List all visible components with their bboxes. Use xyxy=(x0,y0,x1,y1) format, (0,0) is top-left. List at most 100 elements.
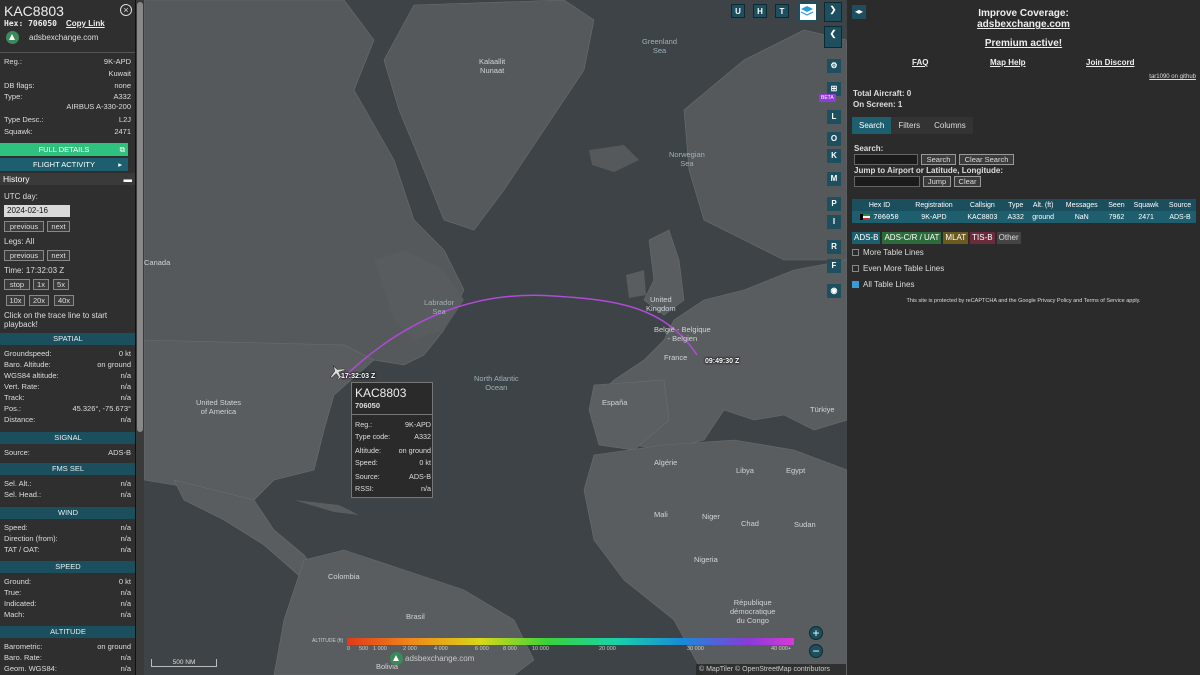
search-label: Search: xyxy=(854,144,884,153)
source-site-label: adsbexchange.com xyxy=(29,33,99,42)
layers-icon xyxy=(800,6,814,16)
zoom-out-button[interactable]: − xyxy=(809,644,823,658)
toggle-p-button[interactable]: P xyxy=(827,197,841,211)
close-icon[interactable]: × xyxy=(120,4,132,16)
table-header-cell[interactable]: Seen xyxy=(1104,199,1129,211)
scale-bar: 500 NM xyxy=(151,659,217,667)
table-header-cell[interactable]: Callsign xyxy=(960,199,1004,211)
map-label-belgie: België - Belgique - Belgien xyxy=(654,325,711,343)
premium-link[interactable]: Premium active! xyxy=(847,38,1200,49)
detail-row: Type Desc.: L2J xyxy=(4,115,131,124)
discord-link[interactable]: Join Discord xyxy=(1086,58,1134,67)
aircraft-popup[interactable]: KAC8803 706050 Reg.: 9K-APD Type code: A332… xyxy=(351,382,433,498)
toggle-t-button[interactable]: T xyxy=(775,4,789,18)
toggle-k-button[interactable]: K xyxy=(827,149,841,163)
table-header-cell[interactable]: Type xyxy=(1003,199,1028,211)
tab-filters[interactable]: Filters xyxy=(891,117,928,134)
improve-coverage-link[interactable]: adsbexchange.com xyxy=(847,19,1200,30)
settings-button[interactable]: ⚙ xyxy=(827,59,841,73)
speed-stop-button[interactable]: stop xyxy=(4,279,30,290)
all-table-lines-label: All Table Lines xyxy=(863,280,915,289)
popup-row-value: ADS-B xyxy=(409,472,431,481)
table-header-cell[interactable]: Registration xyxy=(907,199,961,211)
map-label-libya: Libya xyxy=(736,466,754,475)
date-input[interactable]: 2024-02-16 xyxy=(4,205,70,217)
table-header-cell[interactable]: Alt. (ft) xyxy=(1027,199,1059,211)
popup-row: Source: ADS-B xyxy=(355,472,431,481)
left-scrollbar[interactable] xyxy=(136,0,144,675)
jump-button[interactable]: Jump xyxy=(923,176,951,187)
info-row-value: 0 kt xyxy=(118,349,131,358)
info-row-key: Source: xyxy=(4,448,30,457)
clear-jump-button[interactable]: Clear xyxy=(954,176,981,187)
table-header-cell[interactable]: Squawk xyxy=(1128,199,1165,211)
expand-right-button[interactable]: ❯ xyxy=(824,2,842,22)
info-row-key: Vert. Rate: xyxy=(4,382,40,391)
info-row-key: Sel. Alt.: xyxy=(4,479,32,488)
even-more-table-lines-option[interactable]: Even More Table Lines xyxy=(852,264,944,273)
toggle-r-button[interactable]: R xyxy=(827,240,841,254)
info-row: Direction (from): n/a xyxy=(4,534,131,543)
toggle-l-button[interactable]: L xyxy=(827,110,841,124)
all-table-lines-option[interactable]: All Table Lines xyxy=(852,280,914,289)
faq-link[interactable]: FAQ xyxy=(912,58,928,67)
checkbox-checked[interactable] xyxy=(852,281,859,288)
detail-row: Type: A332 xyxy=(4,92,131,101)
toggle-i-button[interactable]: I xyxy=(827,215,841,229)
info-row: TAT / OAT: n/a xyxy=(4,545,131,554)
next-leg-button[interactable]: next xyxy=(47,250,70,261)
popup-row-key: Altitude: xyxy=(355,446,381,455)
toggle-o-button[interactable]: O xyxy=(827,132,841,146)
search-button[interactable]: Search xyxy=(921,154,956,165)
next-day-button[interactable]: next xyxy=(47,221,70,232)
copy-link[interactable]: Copy Link xyxy=(66,19,105,28)
map-view[interactable]: Greenland Sea Kalaallit Nunaat Norwegian S… xyxy=(144,0,847,675)
speed-10x-button[interactable]: 10x xyxy=(6,295,25,306)
track-follow-button[interactable]: ◉ xyxy=(827,284,841,298)
tab-columns[interactable]: Columns xyxy=(927,117,973,134)
map-help-link[interactable]: Map Help xyxy=(990,58,1026,67)
collapse-left-button[interactable]: ❮ xyxy=(824,26,842,48)
toggle-h-button[interactable]: H xyxy=(753,4,767,18)
checkbox[interactable] xyxy=(852,249,859,256)
toggle-u-button[interactable]: U xyxy=(731,4,745,18)
info-row-value: n/a xyxy=(120,599,131,608)
search-input[interactable] xyxy=(854,154,918,165)
github-link[interactable]: tar1090 on github xyxy=(1149,74,1196,80)
scrollbar-thumb[interactable] xyxy=(137,2,143,432)
legend-tick: 6 000 xyxy=(475,646,489,652)
table-cell: 706050 xyxy=(852,211,908,223)
toggle-m-button[interactable]: M xyxy=(827,172,841,186)
table-header-cell[interactable]: Messages xyxy=(1058,199,1105,211)
detail-row-value: 2471 xyxy=(114,127,131,136)
watermark: adsbexchange.com xyxy=(390,652,474,665)
table-cell: 9K-APD xyxy=(907,211,961,223)
map-label-colombia: Colombia xyxy=(328,572,360,581)
tab-search[interactable]: Search xyxy=(852,117,892,134)
previous-day-button[interactable]: previous xyxy=(4,221,44,232)
more-table-lines-option[interactable]: More Table Lines xyxy=(852,248,924,257)
kuwait-flag-icon xyxy=(860,214,871,220)
jump-input[interactable] xyxy=(854,176,920,187)
layers-button[interactable] xyxy=(798,2,818,22)
table-row[interactable]: 706050 9K-APD KAC8803 A332 ground NaN 7962 2471… xyxy=(852,211,1196,223)
speed-5x-button[interactable]: 5x xyxy=(53,279,69,290)
table-header-cell[interactable]: Hex ID xyxy=(852,199,908,211)
zoom-in-button[interactable]: + xyxy=(809,626,823,640)
speed-1x-button[interactable]: 1x xyxy=(33,279,49,290)
info-row-key: Mach: xyxy=(4,610,25,619)
flight-activity-button[interactable]: FLIGHT ACTIVITY ▸ xyxy=(0,158,128,171)
popup-hex: 706050 xyxy=(355,401,381,410)
toggle-f-button[interactable]: F xyxy=(827,259,841,273)
checkbox[interactable] xyxy=(852,265,859,272)
speed-20x-button[interactable]: 20x xyxy=(29,295,49,306)
full-details-button[interactable]: FULL DETAILS ⧉ xyxy=(0,143,128,156)
previous-leg-button[interactable]: previous xyxy=(4,250,44,261)
table-header-cell[interactable]: Source xyxy=(1164,199,1196,211)
detail-row-value: 9K-APD xyxy=(103,57,131,66)
clear-search-button[interactable]: Clear Search xyxy=(959,154,1014,165)
map-attribution[interactable]: © MapTiler © OpenStreetMap contributors xyxy=(696,664,846,675)
speed-40x-button[interactable]: 40x xyxy=(54,295,74,306)
history-header[interactable]: History ▬ xyxy=(0,173,135,185)
popup-row-key: Type code: xyxy=(355,432,391,441)
